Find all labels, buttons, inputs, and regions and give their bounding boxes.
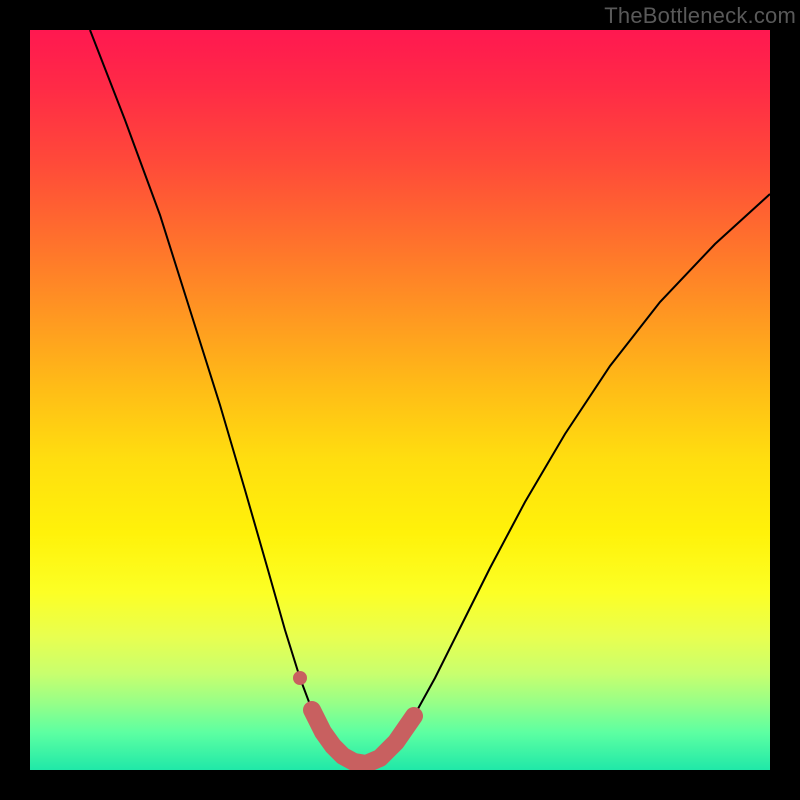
plot-svg [30, 30, 770, 770]
plot-area [30, 30, 770, 770]
necklace-dot [293, 671, 307, 685]
watermark: TheBottleneck.com [604, 3, 796, 29]
necklace-marker [312, 710, 414, 764]
outer-frame: TheBottleneck.com [0, 0, 800, 800]
bottleneck-curve [90, 30, 770, 764]
